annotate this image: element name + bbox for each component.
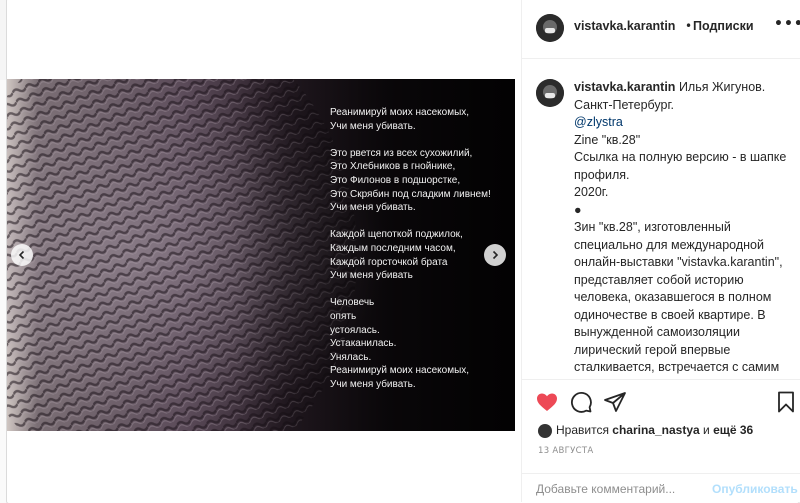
following-button[interactable]: Подписки (693, 19, 754, 33)
post-dialog: Реанимируй моих насекомых, Учи меня убив… (6, 0, 800, 503)
like-heart-icon[interactable] (535, 390, 559, 414)
previous-image-button[interactable] (11, 244, 33, 266)
chevron-left-icon (18, 250, 25, 260)
masked-face-icon (536, 14, 564, 42)
post-actions: Нравится charina_nastya и ещё 36 13 АВГУ… (522, 379, 800, 502)
caption-username[interactable]: vistavka.karantin (574, 80, 675, 94)
liker-username[interactable]: charina_nastya (612, 423, 699, 437)
comment-icon[interactable] (569, 390, 593, 414)
likes-conjunction: и (703, 423, 710, 437)
next-image-button[interactable] (484, 244, 506, 266)
caption-line-2: Санкт-Петербург. (574, 97, 674, 112)
bookmark-icon[interactable] (774, 390, 798, 414)
caption-avatar[interactable] (536, 79, 564, 107)
mention-link[interactable]: @zlystra (574, 114, 800, 132)
masked-face-icon (536, 79, 564, 107)
profile-avatar[interactable] (536, 14, 564, 42)
liker-avatar[interactable] (538, 423, 552, 438)
caption-bullet: ● (574, 202, 582, 217)
comment-form: Опубликовать (522, 473, 800, 503)
separator-dot: • (685, 19, 693, 33)
likes-count[interactable]: ещё 36 (713, 423, 753, 437)
share-icon[interactable] (603, 390, 627, 414)
likes-summary: Нравится charina_nastya и ещё 36 (538, 423, 753, 438)
more-options-icon[interactable]: ••• (774, 16, 800, 32)
chevron-right-icon (492, 250, 499, 260)
likes-prefix: Нравится (556, 423, 609, 437)
post-date[interactable]: 13 АВГУСТА (538, 446, 593, 456)
post-sidebar: vistavka.karantin • Подписки ••• vistavk… (521, 0, 800, 502)
caption-line-4: Ссылка на полную версию - в шапке профил… (574, 150, 787, 182)
caption-text: vistavka.karantin Илья Жигунов. Санкт-Пе… (574, 79, 800, 379)
caption-line-5: 2020г. (574, 185, 609, 199)
caption-body: Зин "кв.28", изготовленный специально дл… (574, 220, 785, 379)
header-username[interactable]: vistavka.karantin (574, 19, 675, 33)
caption-line-3: Zine "кв.28" (574, 132, 641, 147)
caption-line-1: Илья Жигунов. (678, 80, 766, 94)
caption-area: vistavka.karantin Илья Жигунов. Санкт-Пе… (522, 61, 800, 379)
comment-input[interactable] (536, 480, 706, 498)
publish-button[interactable]: Опубликовать (712, 482, 798, 496)
post-header: vistavka.karantin • Подписки ••• (522, 0, 800, 59)
